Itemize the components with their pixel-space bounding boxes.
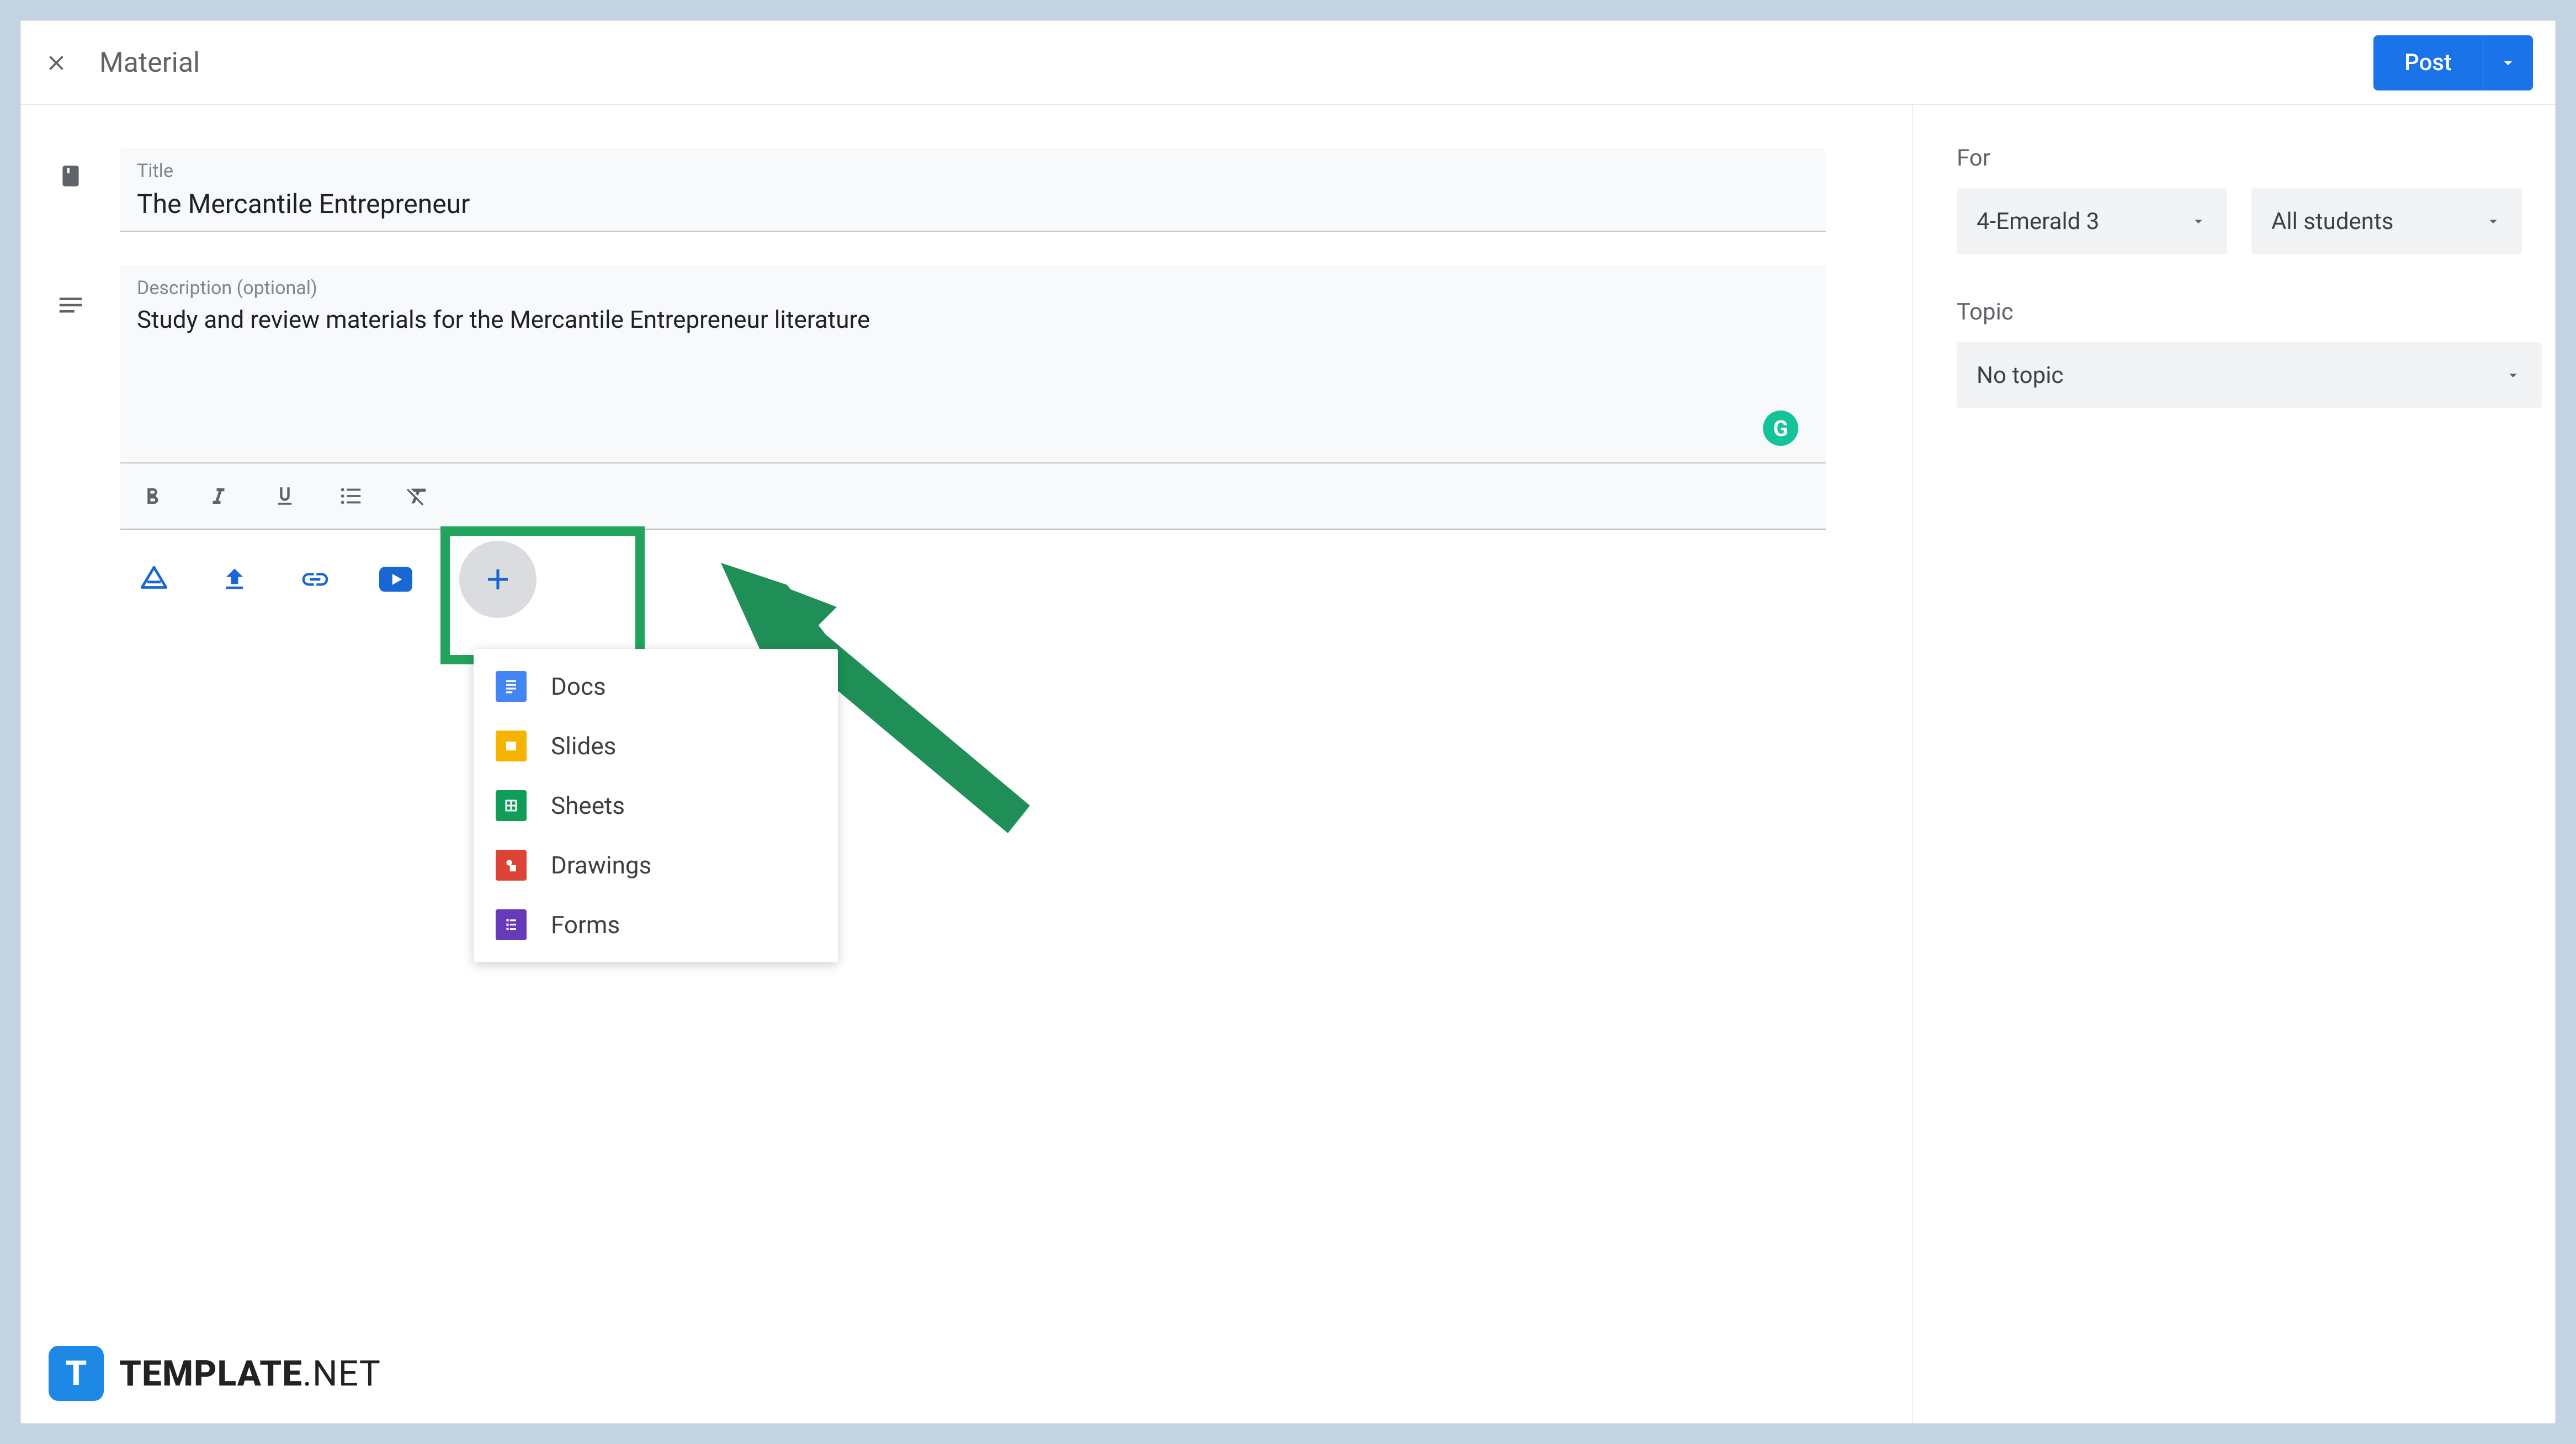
- watermark-text: TEMPLATE.NET: [119, 1353, 381, 1394]
- create-button[interactable]: [459, 541, 537, 618]
- title-field-value: The Mercantile Entrepreneur: [137, 188, 1809, 221]
- content-column: Title The Mercantile Entrepreneur Descri…: [120, 105, 1912, 1423]
- title-field[interactable]: Title The Mercantile Entrepreneur: [120, 148, 1826, 232]
- bold-button[interactable]: [137, 481, 168, 511]
- topic-label: Topic: [1957, 299, 2522, 326]
- link-attach-icon[interactable]: [298, 562, 332, 596]
- description-field-value: Study and review materials for the Merca…: [137, 305, 1809, 338]
- top-bar: Material Post: [21, 21, 2555, 105]
- attach-row: Docs Slides Sheets: [120, 530, 1912, 629]
- create-menu: Docs Slides Sheets: [474, 649, 838, 962]
- page-title: Material: [99, 47, 200, 79]
- watermark-icon: T: [49, 1346, 104, 1401]
- chevron-down-icon: [2484, 212, 2502, 230]
- students-dropdown[interactable]: All students: [2251, 188, 2522, 254]
- drawings-icon: [496, 850, 527, 881]
- topic-dropdown[interactable]: No topic: [1957, 342, 2542, 408]
- youtube-attach-icon[interactable]: [379, 562, 413, 596]
- forms-icon: [496, 909, 527, 940]
- create-menu-item-drawings[interactable]: Drawings: [474, 835, 838, 895]
- description-section-icon: [55, 289, 87, 321]
- post-button-group: Post: [2373, 35, 2533, 90]
- create-menu-item-forms[interactable]: Forms: [474, 895, 838, 955]
- create-menu-label: Sheets: [551, 791, 625, 820]
- class-dropdown-value: 4-Emerald 3: [1977, 208, 2099, 235]
- create-menu-item-sheets[interactable]: Sheets: [474, 776, 838, 835]
- italic-button[interactable]: [203, 481, 234, 511]
- underline-button[interactable]: [269, 481, 300, 511]
- sidebar: For 4-Emerald 3 All students: [1912, 105, 2555, 1423]
- sheets-icon: [496, 790, 527, 821]
- post-dropdown-button[interactable]: [2483, 35, 2533, 90]
- create-menu-item-docs[interactable]: Docs: [474, 657, 838, 716]
- description-field[interactable]: Description (optional) Study and review …: [120, 265, 1826, 463]
- topic-dropdown-value: No topic: [1977, 362, 2063, 389]
- upload-attach-icon[interactable]: [217, 562, 252, 596]
- drive-attach-icon[interactable]: [137, 562, 171, 596]
- class-dropdown[interactable]: 4-Emerald 3: [1957, 188, 2227, 254]
- description-field-label: Description (optional): [137, 277, 1809, 299]
- title-field-label: Title: [137, 160, 1809, 182]
- slides-icon: [496, 731, 527, 761]
- bulleted-list-button[interactable]: [336, 481, 367, 511]
- grammarly-icon[interactable]: G: [1763, 411, 1798, 446]
- chevron-down-icon: [2504, 366, 2522, 384]
- create-menu-label: Forms: [551, 910, 620, 939]
- watermark-brand-main: TEMPLATE: [119, 1353, 302, 1394]
- main-area: Title The Mercantile Entrepreneur Descri…: [21, 105, 2555, 1423]
- clear-formatting-button[interactable]: [402, 481, 433, 511]
- create-menu-item-slides[interactable]: Slides: [474, 716, 838, 776]
- create-menu-label: Docs: [551, 672, 606, 701]
- watermark: T TEMPLATE.NET: [49, 1346, 381, 1401]
- for-label: For: [1957, 145, 2522, 172]
- watermark-brand-suffix: .NET: [302, 1353, 381, 1394]
- students-dropdown-value: All students: [2271, 208, 2393, 235]
- docs-icon: [496, 671, 527, 702]
- create-menu-label: Drawings: [551, 851, 651, 880]
- formatting-toolbar: [120, 463, 1826, 530]
- post-button[interactable]: Post: [2373, 35, 2483, 90]
- create-menu-label: Slides: [551, 732, 616, 760]
- title-section-icon: [55, 160, 87, 192]
- close-icon[interactable]: [41, 47, 72, 78]
- left-gutter: [21, 105, 120, 1423]
- chevron-down-icon: [2190, 212, 2207, 230]
